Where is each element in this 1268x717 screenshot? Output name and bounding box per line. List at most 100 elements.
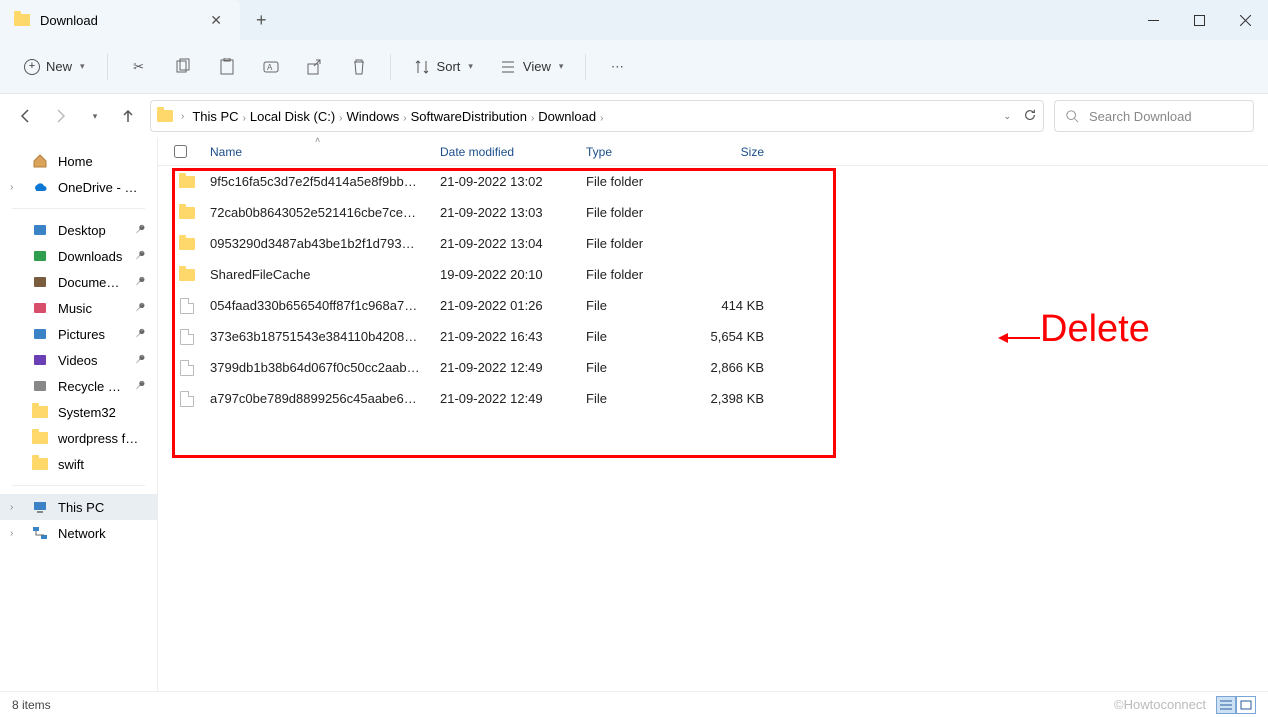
sidebar-item-home[interactable]: Home [0, 148, 157, 174]
sidebar-item[interactable]: swift [0, 451, 157, 477]
sidebar-label: Desktop [58, 223, 106, 238]
chevron-right-icon[interactable]: › [339, 113, 342, 124]
sort-button[interactable]: Sort ▾ [403, 52, 483, 82]
sidebar-label: System32 [58, 405, 116, 420]
column-date[interactable]: Date modified [430, 145, 576, 159]
close-button[interactable] [1222, 0, 1268, 40]
breadcrumb-item[interactable]: Windows [343, 107, 404, 126]
chevron-right-icon[interactable]: › [600, 113, 603, 124]
details-view-button[interactable] [1216, 696, 1236, 714]
sidebar-item[interactable]: Downloads📍 [0, 243, 157, 269]
paste-button[interactable] [208, 52, 246, 82]
cut-button[interactable]: ✂ [120, 52, 158, 82]
table-row[interactable]: 0953290d3487ab43be1b2f1d793c7a4f21-09-20… [158, 228, 1268, 259]
forward-button[interactable] [48, 104, 72, 128]
divider [585, 54, 586, 80]
sidebar-label: Network [58, 526, 106, 541]
sidebar-item[interactable]: Videos📍 [0, 347, 157, 373]
breadcrumb-item[interactable]: Local Disk (C:) [246, 107, 339, 126]
divider [107, 54, 108, 80]
maximize-button[interactable] [1176, 0, 1222, 40]
sidebar-item[interactable]: Desktop📍 [0, 217, 157, 243]
chevron-down-icon: ▾ [468, 61, 473, 72]
sidebar-item-network[interactable]: › Network [0, 520, 157, 546]
select-all-checkbox[interactable] [174, 145, 200, 158]
folder-icon [14, 14, 30, 26]
pin-icon: 📍 [130, 248, 147, 265]
share-button[interactable] [296, 52, 334, 82]
sidebar-item[interactable]: Pictures📍 [0, 321, 157, 347]
sidebar-item[interactable]: Recycle Bin📍 [0, 373, 157, 399]
folder-icon [32, 248, 48, 264]
cell-type: File folder [576, 205, 694, 220]
chevron-right-icon[interactable]: › [10, 528, 13, 539]
minimize-button[interactable] [1130, 0, 1176, 40]
rename-button[interactable]: A [252, 52, 290, 82]
cloud-icon [32, 179, 48, 195]
tab-download[interactable]: Download ✕ [0, 0, 240, 40]
up-button[interactable] [116, 104, 140, 128]
breadcrumb-item[interactable]: This PC [188, 107, 242, 126]
cell-type: File [576, 360, 694, 375]
chevron-down-icon: ▾ [80, 61, 85, 72]
sidebar-item[interactable]: wordpress function [0, 425, 157, 451]
refresh-button[interactable] [1023, 108, 1037, 125]
sidebar-item-onedrive[interactable]: › OneDrive - Personal [0, 174, 157, 200]
sidebar-item[interactable]: System32 [0, 399, 157, 425]
home-icon [32, 153, 48, 169]
sidebar-item[interactable]: Music📍 [0, 295, 157, 321]
address-row: ▾ › This PC›Local Disk (C:)›Windows›Soft… [0, 94, 1268, 138]
sidebar-label: Documents [58, 275, 123, 290]
arrow-icon [998, 328, 1040, 348]
sidebar: Home › OneDrive - Personal Desktop📍Downl… [0, 138, 158, 691]
cell-date: 21-09-2022 16:43 [430, 329, 576, 344]
column-name[interactable]: Name˄ [200, 145, 430, 159]
file-area: Name˄ Date modified Type Size 9f5c16fa5c… [158, 138, 1268, 691]
pc-icon [32, 499, 48, 515]
view-button[interactable]: View ▾ [489, 52, 573, 82]
column-type[interactable]: Type [576, 145, 694, 159]
folder-icon [174, 176, 200, 188]
cell-name: SharedFileCache [200, 267, 430, 282]
cell-date: 21-09-2022 13:03 [430, 205, 576, 220]
copy-icon [174, 58, 192, 76]
divider [12, 485, 145, 486]
breadcrumb-item[interactable]: SoftwareDistribution [407, 107, 531, 126]
address-bar[interactable]: › This PC›Local Disk (C:)›Windows›Softwa… [150, 100, 1044, 132]
sidebar-label: wordpress function [58, 431, 145, 446]
sidebar-item[interactable]: Documents📍 [0, 269, 157, 295]
cell-name: a797c0be789d8899256c45aabe6f55d30... [200, 391, 430, 406]
new-tab-button[interactable]: + [240, 0, 283, 40]
table-row[interactable]: SharedFileCache19-09-2022 20:10File fold… [158, 259, 1268, 290]
folder-icon [32, 274, 48, 290]
table-row[interactable]: 3799db1b38b64d067f0c50cc2aab396e2...21-0… [158, 352, 1268, 383]
new-button[interactable]: + New ▾ [14, 53, 95, 81]
folder-icon [174, 269, 200, 281]
chevron-right-icon[interactable]: › [10, 502, 13, 513]
item-count: 8 items [12, 698, 51, 712]
close-icon[interactable]: ✕ [206, 10, 226, 31]
recent-button[interactable]: ▾ [82, 104, 106, 128]
breadcrumb-item[interactable]: Download [534, 107, 600, 126]
table-row[interactable]: 9f5c16fa5c3d7e2f5d414a5e8f9bb64721-09-20… [158, 166, 1268, 197]
column-size[interactable]: Size [694, 145, 774, 159]
more-button[interactable]: ⋯ [598, 52, 636, 82]
chevron-down-icon[interactable]: ⌄ [1003, 111, 1011, 122]
sidebar-label: Home [58, 154, 93, 169]
network-icon [32, 525, 48, 541]
chevron-right-icon: › [181, 111, 184, 122]
cell-name: 3799db1b38b64d067f0c50cc2aab396e2... [200, 360, 430, 375]
delete-button[interactable] [340, 52, 378, 82]
sidebar-item-thispc[interactable]: › This PC [0, 494, 157, 520]
back-button[interactable] [14, 104, 38, 128]
chevron-right-icon[interactable]: › [10, 182, 13, 193]
copy-button[interactable] [164, 52, 202, 82]
sidebar-label: OneDrive - Personal [58, 180, 145, 195]
pin-icon: 📍 [130, 378, 147, 395]
sidebar-label: Pictures [58, 327, 105, 342]
search-input[interactable]: Search Download [1054, 100, 1254, 132]
plus-icon: + [24, 59, 40, 75]
table-row[interactable]: 72cab0b8643052e521416cbe7ceb878421-09-20… [158, 197, 1268, 228]
table-row[interactable]: a797c0be789d8899256c45aabe6f55d30...21-0… [158, 383, 1268, 414]
large-icons-view-button[interactable] [1236, 696, 1256, 714]
